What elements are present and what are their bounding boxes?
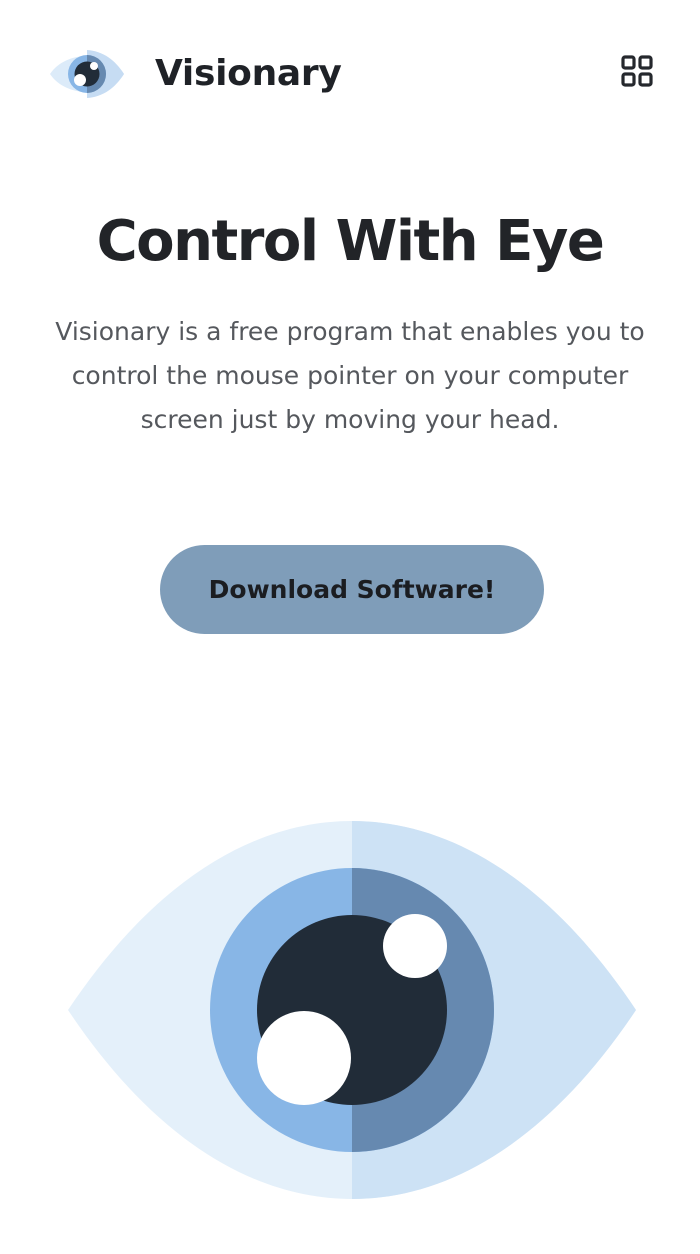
site-header: Visionary: [0, 0, 700, 150]
eye-illustration: [68, 821, 636, 1199]
grid-menu-icon[interactable]: [618, 52, 656, 90]
brand-name[interactable]: Visionary: [155, 50, 342, 98]
download-software-button[interactable]: Download Software!: [160, 545, 544, 634]
hero-description: Visionary is a free program that enables…: [55, 317, 645, 434]
eye-logo-icon[interactable]: [48, 46, 126, 102]
hero-title: Control With Eye: [96, 209, 605, 274]
